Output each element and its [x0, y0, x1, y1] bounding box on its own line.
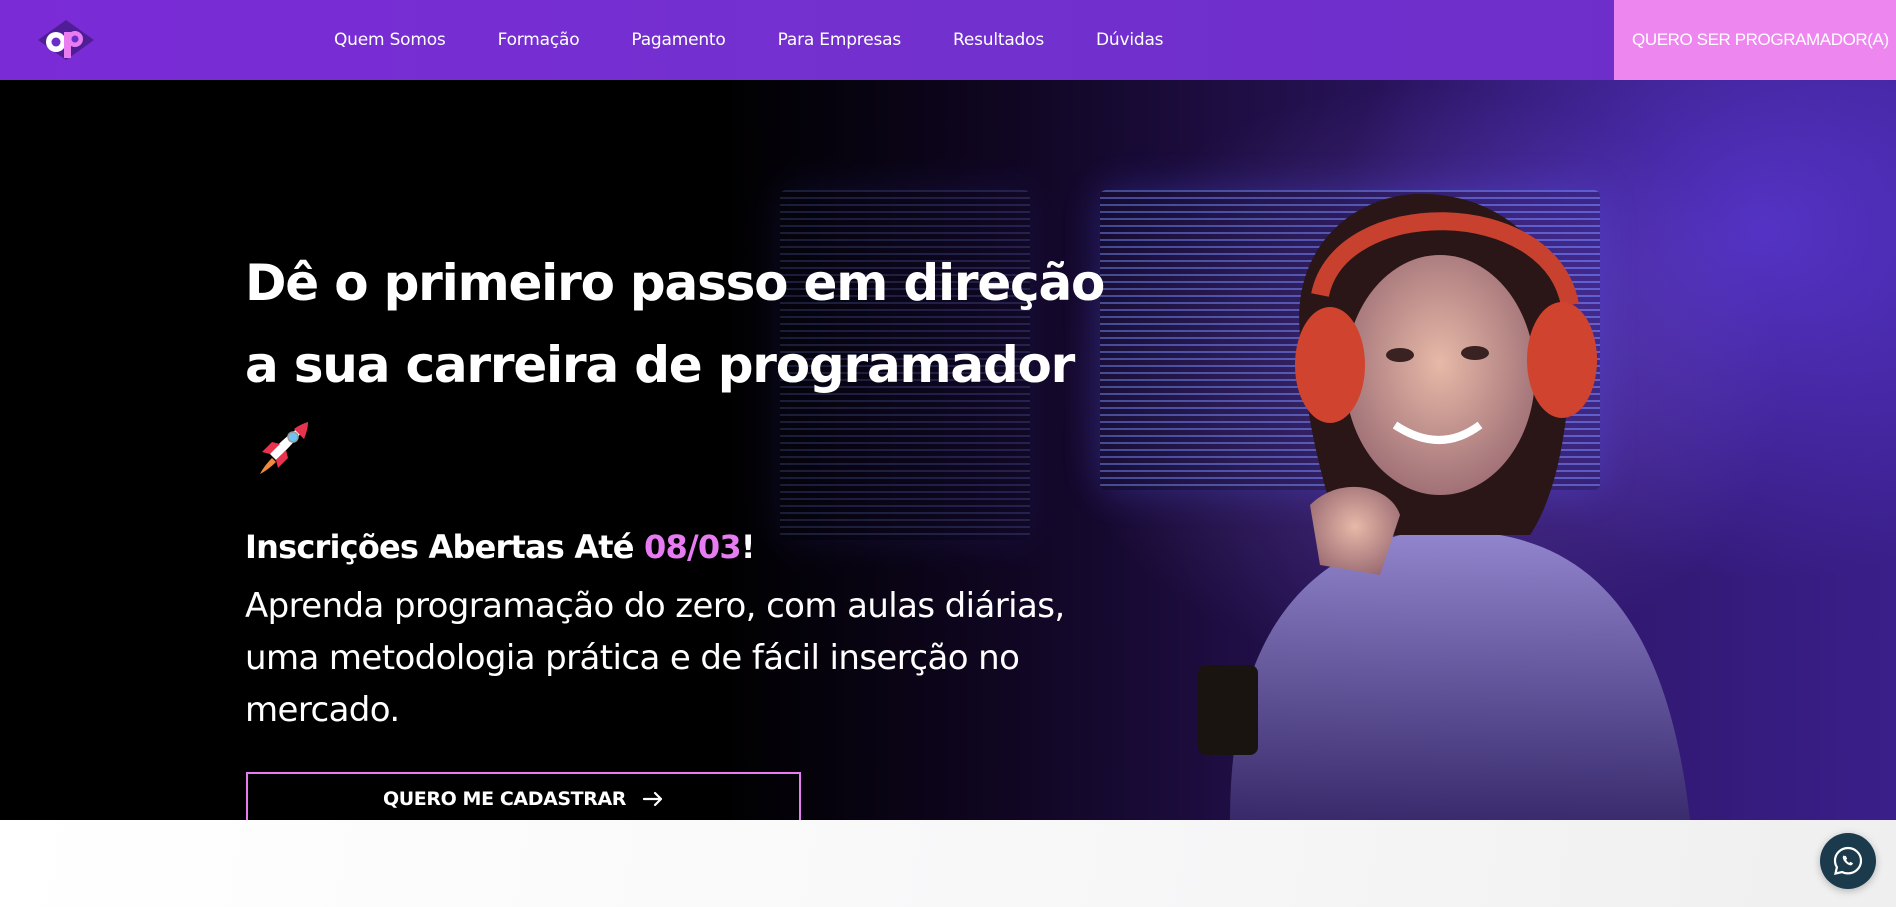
hero-description-line-1: Aprenda programação do zero, com aulas d… [245, 586, 1065, 626]
nav-link-duvidas[interactable]: Dúvidas [1096, 30, 1164, 50]
hero-title-line-2: a sua carreira de programador [245, 336, 1075, 394]
hero-title-line-1: Dê o primeiro passo em direção [245, 254, 1105, 312]
arrow-right-icon [642, 791, 663, 806]
hero-description: Aprenda programação do zero, com aulas d… [245, 580, 1105, 736]
hero-description-line-3: mercado. [245, 690, 400, 730]
rocket-icon [252, 412, 318, 478]
quero-me-cadastrar-button[interactable]: QUERO ME CADASTRAR [246, 772, 801, 820]
hero-description-line-2: uma metodologia prática e de fácil inser… [245, 638, 1020, 678]
nav-links: Quem Somos Formação Pagamento Para Empre… [334, 0, 1215, 80]
nav-link-quem-somos[interactable]: Quem Somos [334, 30, 446, 50]
nav-link-para-empresas[interactable]: Para Empresas [778, 30, 902, 50]
nav-link-pagamento[interactable]: Pagamento [631, 30, 725, 50]
top-navbar: Quem Somos Formação Pagamento Para Empre… [0, 0, 1896, 80]
quero-ser-programador-button[interactable]: QUERO SER PROGRAMADOR(A) [1614, 0, 1896, 80]
enrollment-suffix: ! [740, 528, 756, 566]
hero-title: Dê o primeiro passo em direção a sua car… [245, 242, 1105, 406]
whatsapp-icon [1833, 846, 1863, 875]
hero-section: Dê o primeiro passo em direção a sua car… [0, 80, 1896, 820]
whatsapp-button[interactable] [1820, 833, 1876, 889]
nav-link-formacao[interactable]: Formação [498, 30, 580, 50]
cadastrar-button-label: QUERO ME CADASTRAR [383, 787, 626, 810]
enrollment-date: 08/03 [644, 528, 742, 566]
enrollment-prefix: Inscrições Abertas Até [245, 528, 645, 566]
next-section [0, 820, 1896, 907]
brand-logo[interactable] [34, 18, 98, 62]
nav-link-resultados[interactable]: Resultados [953, 30, 1044, 50]
enrollment-deadline: Inscrições Abertas Até 08/03! [245, 528, 755, 566]
programmer-photo [1198, 193, 1690, 820]
